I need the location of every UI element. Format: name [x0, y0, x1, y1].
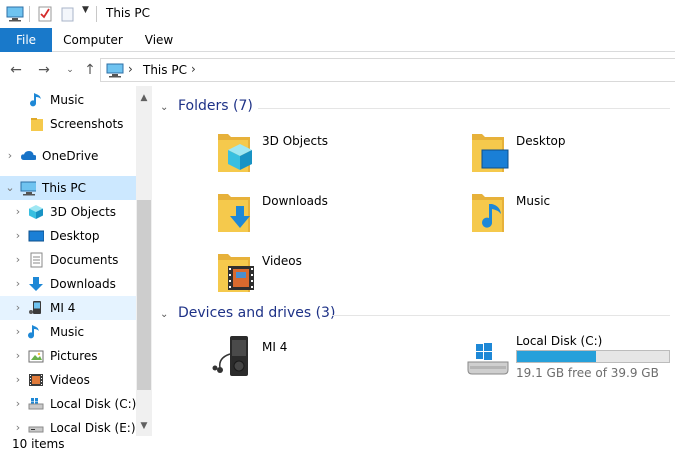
recent-locations-chevron-icon[interactable]: ⌄	[60, 60, 80, 80]
folder-tile-3d-objects[interactable]: 3D Objects	[216, 128, 456, 178]
sidebar-item-videos[interactable]: › Videos	[0, 368, 136, 392]
folder-3d-objects-icon	[218, 134, 252, 172]
quick-access-dropdown-icon[interactable]: ▼	[82, 5, 89, 15]
tab-file[interactable]: File	[0, 28, 52, 52]
window-title: This PC	[106, 6, 150, 20]
properties-icon[interactable]	[38, 6, 52, 22]
devices-group-header[interactable]: ⌄ Devices and drives (3)	[160, 305, 335, 321]
sidebar-item-desktop[interactable]: › Desktop	[0, 224, 136, 248]
music-note-icon	[30, 93, 41, 107]
address-bar[interactable]: › This PC ›	[100, 58, 675, 82]
group-collapse-chevron-icon[interactable]: ⌄	[160, 309, 172, 320]
sidebar-item-screenshots[interactable]: Screenshots	[0, 112, 136, 136]
status-bar: 10 items	[0, 436, 675, 453]
title-bar: ▼ This PC	[0, 0, 675, 28]
folder-videos-icon	[218, 254, 254, 292]
device-tile-mi4[interactable]: MI 4	[212, 334, 452, 384]
forward-arrow-icon[interactable]: →	[34, 60, 54, 80]
back-arrow-icon[interactable]: ←	[6, 60, 26, 80]
sidebar-item-3d-objects[interactable]: › 3D Objects	[0, 200, 136, 224]
expand-chevron-icon[interactable]: ›	[12, 320, 24, 344]
expand-chevron-icon[interactable]: ›	[12, 248, 24, 272]
folder-downloads-icon	[218, 194, 250, 232]
drive-icon	[28, 398, 44, 410]
item-count: 10 items	[12, 437, 65, 451]
cloud-icon	[21, 151, 36, 160]
picture-icon	[28, 350, 44, 363]
breadcrumb-this-pc[interactable]: This PC	[143, 63, 187, 77]
folders-group-header[interactable]: ⌄ Folders (7)	[160, 98, 253, 114]
expand-chevron-icon[interactable]: ›	[12, 200, 24, 224]
desktop-icon	[28, 230, 44, 242]
folder-tile-videos[interactable]: Videos	[216, 248, 456, 298]
folder-tile-downloads[interactable]: Downloads	[216, 188, 456, 238]
phone-icon	[29, 301, 41, 314]
expand-chevron-icon[interactable]: ›	[12, 392, 24, 416]
scroll-down-arrow-icon[interactable]: ▼	[136, 418, 152, 434]
scrollbar-thumb[interactable]	[137, 200, 151, 390]
drive-usage-bar	[516, 350, 670, 363]
sidebar-item-this-pc[interactable]: ⌄ This PC	[0, 176, 136, 200]
windows-drive-icon	[467, 343, 509, 375]
expand-chevron-icon[interactable]: ›	[12, 224, 24, 248]
up-arrow-icon[interactable]: ↑	[80, 60, 100, 80]
folder-tile-desktop[interactable]: Desktop	[470, 128, 675, 178]
sidebar-item-music[interactable]: › Music	[0, 320, 136, 344]
sidebar-item-documents[interactable]: › Documents	[0, 248, 136, 272]
breadcrumb-chevron-icon[interactable]: ›	[191, 62, 196, 76]
ribbon-tabs: File Computer View	[0, 28, 675, 52]
expand-chevron-icon[interactable]: ›	[12, 368, 24, 392]
document-icon	[30, 252, 43, 268]
drive-icon	[28, 426, 44, 433]
folder-tile-music[interactable]: Music	[470, 188, 675, 238]
breadcrumb-chevron-icon[interactable]: ›	[128, 62, 133, 76]
music-note-icon	[28, 325, 39, 339]
film-icon	[29, 374, 43, 386]
scroll-up-arrow-icon[interactable]: ▲	[136, 90, 152, 106]
drive-usage-fill	[517, 351, 597, 362]
sidebar-item-pictures[interactable]: › Pictures	[0, 344, 136, 368]
folder-desktop-icon	[472, 134, 509, 172]
content-pane: ⌄ Folders (7) 3D Objects Desktop Download…	[156, 86, 675, 436]
folder-music-icon	[472, 194, 504, 232]
sidebar-item-mi4[interactable]: › MI 4	[0, 296, 136, 320]
sidebar-item-local-disk-c[interactable]: › Local Disk (C:)	[0, 392, 137, 416]
expand-chevron-icon[interactable]: ›	[4, 144, 16, 168]
computer-icon	[106, 63, 124, 78]
new-folder-icon[interactable]	[61, 6, 75, 22]
collapse-chevron-icon[interactable]: ⌄	[4, 176, 16, 200]
sidebar-item-onedrive[interactable]: › OneDrive	[0, 144, 136, 168]
expand-chevron-icon[interactable]: ›	[12, 272, 24, 296]
group-collapse-chevron-icon[interactable]: ⌄	[160, 102, 172, 113]
folder-icon	[31, 118, 43, 131]
expand-chevron-icon[interactable]: ›	[12, 344, 24, 368]
computer-icon	[20, 181, 36, 196]
tab-view[interactable]: View	[136, 28, 182, 52]
media-player-icon	[212, 336, 248, 376]
tab-computer[interactable]: Computer	[60, 28, 126, 52]
sidebar-item-downloads[interactable]: › Downloads	[0, 272, 136, 296]
computer-icon[interactable]	[6, 6, 24, 22]
navigation-pane: Music Screenshots › OneDrive ⌄ This PC ›	[0, 86, 152, 436]
expand-chevron-icon[interactable]: ›	[12, 296, 24, 320]
download-arrow-icon	[29, 277, 43, 291]
navigation-bar: ← → ⌄ ↑ › This PC ›	[0, 56, 675, 84]
expand-chevron-icon[interactable]: ›	[12, 416, 24, 436]
sidebar-item-local-disk-e[interactable]: › Local Disk (E:)	[0, 416, 136, 436]
drive-free-space-text: 19.1 GB free of 39.9 GB	[516, 366, 659, 380]
cube-icon	[29, 205, 43, 219]
sidebar-item-music-quick[interactable]: Music	[0, 88, 136, 112]
